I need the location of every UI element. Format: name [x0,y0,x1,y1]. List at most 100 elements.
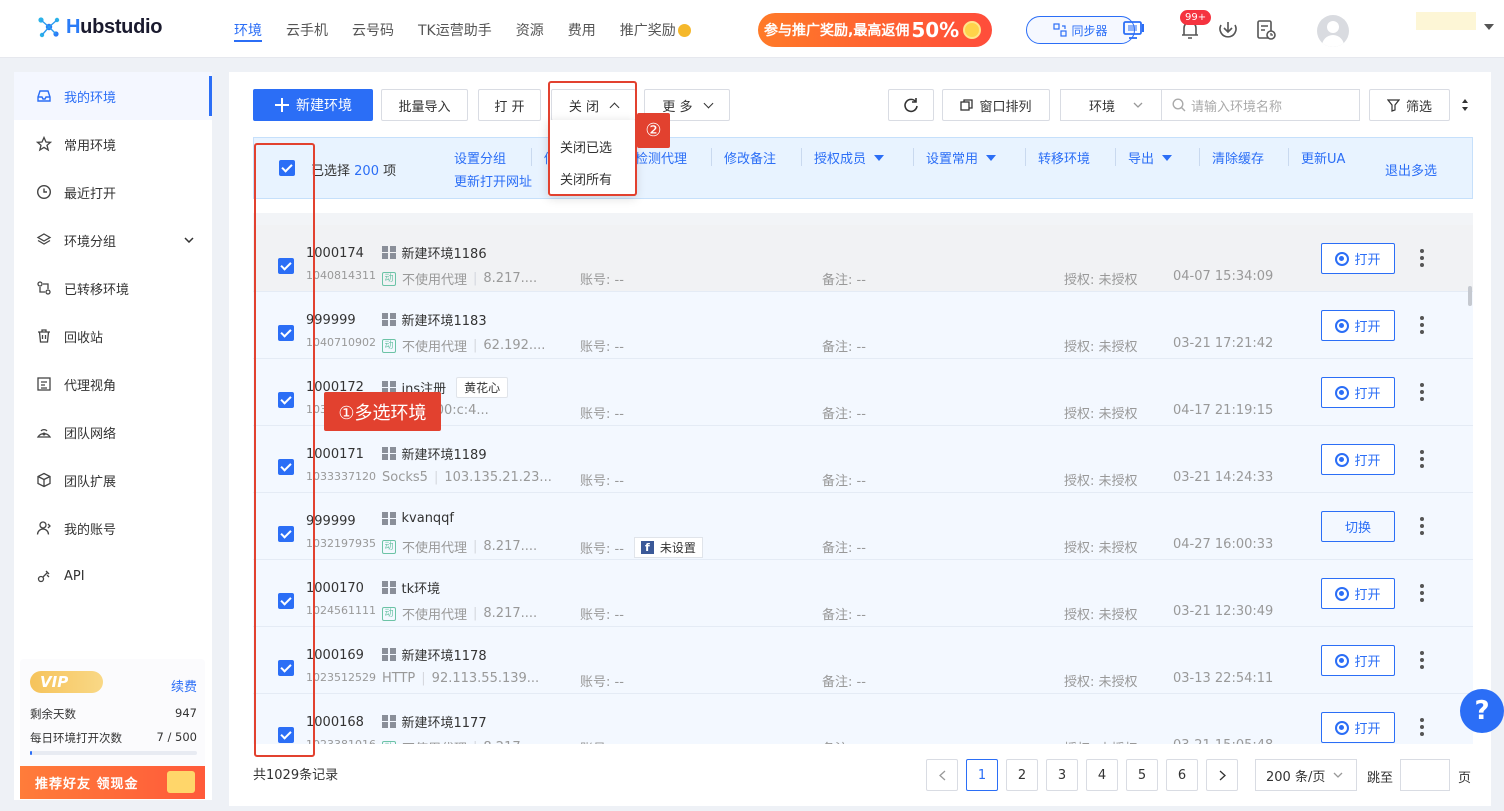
page-button-1[interactable]: 1 [966,759,998,791]
sidebar-item-6[interactable]: 代理视角 [14,360,212,408]
nav-item-4[interactable]: 资源 [504,0,556,58]
more-vertical-icon[interactable] [1420,584,1424,602]
selection-action-0[interactable]: 设置分组 [454,148,506,167]
update-open-url-action[interactable]: 更新打开网址 [454,171,532,190]
table-row[interactable]: 1000171 1033337120 新建环境1189 Socks5 | 103.135.… [253,426,1473,493]
env-name-cell[interactable]: 新建环境1183 [382,310,487,329]
batch-import-button[interactable]: 批量导入 [381,89,468,121]
sidebar-item-3[interactable]: 环境分组 [14,216,212,264]
sidebar-item-5[interactable]: 回收站 [14,312,212,360]
sidebar-item-7[interactable]: 团队网络 [14,408,212,456]
table-row[interactable]: 1000174 1040814311 新建环境1186 动不使用代理 | 8.217...… [253,225,1473,292]
nav-item-1[interactable]: 云手机 [274,0,340,58]
chrome-icon [1335,452,1350,467]
more-vertical-icon[interactable] [1420,651,1424,669]
help-button[interactable]: ? [1460,689,1504,733]
account-cell: 账号: -- [580,407,624,422]
nav-item-0[interactable]: 环境 [222,0,274,58]
sort-icon[interactable] [1461,98,1469,112]
table-row[interactable]: 10001681023381016新建环境1177动不使用代理|8.217...… [253,694,1473,744]
jump-page-input[interactable] [1400,759,1450,791]
nav-item-3[interactable]: TK运营助手 [406,0,504,58]
page-button-6[interactable]: 6 [1166,759,1198,791]
table-row[interactable]: 1000170 1024561111 tk环境动不使用代理 | 8.217.... 账号:… [253,560,1473,627]
open-env-button[interactable]: 打开 [1321,310,1395,341]
selection-action-6[interactable]: 转移环境 [1038,148,1090,167]
selection-action-8[interactable]: 清除缓存 [1212,148,1264,167]
selection-action-5[interactable]: 设置常用 [926,148,997,167]
more-vertical-icon[interactable] [1420,450,1424,468]
windows-icon [960,98,974,111]
sidebar-item-label: 回收站 [64,330,104,346]
filter-button[interactable]: 筛选 [1369,89,1450,121]
action-divider [1025,148,1026,166]
open-env-button[interactable]: 打开 [1321,444,1395,475]
prev-page-button[interactable] [926,759,958,791]
open-button[interactable]: 打 开 [478,89,541,121]
user-name-blurred[interactable] [1360,10,1482,50]
new-env-button[interactable]: 新建环境 [253,89,373,121]
table-row[interactable]: 1000169 1023512529 新建环境1178 HTTP | 92.113.55.… [253,627,1473,694]
chevron-down-icon [1333,772,1343,778]
nav-item-2[interactable]: 云号码 [340,0,406,58]
env-name-cell[interactable]: 新建环境1178 [382,645,487,664]
selection-action-7[interactable]: 导出 [1128,148,1173,167]
download-icon[interactable] [1216,18,1240,42]
more-vertical-icon[interactable] [1420,383,1424,401]
refresh-button[interactable] [888,89,934,121]
open-env-button[interactable]: 打开 [1321,377,1395,408]
env-name-cell[interactable]: 新建环境1189 [382,444,487,463]
refer-friend-banner[interactable]: 推荐好友 领现金 [20,766,205,799]
sidebar-item-8[interactable]: 团队扩展 [14,456,212,504]
selection-action-4[interactable]: 授权成员 [814,148,885,167]
promo-banner[interactable]: 参与推广奖励,最高返佣 50% [758,13,992,47]
table-row[interactable]: 999999 1040710902 新建环境1183 动不使用代理 | 62.192...… [253,292,1473,359]
next-page-button[interactable] [1206,759,1238,791]
schedule-icon[interactable] [1254,18,1278,42]
more-vertical-icon[interactable] [1420,316,1424,334]
chevron-down-icon[interactable] [1484,24,1494,30]
more-vertical-icon[interactable] [1420,249,1424,267]
open-env-button[interactable]: 打开 [1321,645,1395,676]
time-cell: 03-21 12:30:49 [1173,604,1274,619]
sidebar-item-10[interactable]: API [14,552,212,600]
open-env-button[interactable]: 打开 [1321,578,1395,609]
nav-item-5[interactable]: 费用 [556,0,608,58]
scrollbar-thumb[interactable] [1468,286,1472,306]
page-button-4[interactable]: 4 [1086,759,1118,791]
sidebar-item-0[interactable]: 我的环境 [14,72,212,120]
switch-button[interactable]: 切换 [1321,511,1395,542]
sidebar-item-2[interactable]: 最近打开 [14,168,212,216]
env-name-cell[interactable]: kvanqqf [382,511,454,526]
exit-multiselect-link[interactable]: 退出多选 [1385,160,1437,179]
page-size-select[interactable]: 200 条/页 [1255,759,1357,791]
page-button-2[interactable]: 2 [1006,759,1038,791]
open-env-button[interactable]: 打开 [1321,712,1395,743]
env-name-cell[interactable]: 新建环境1177 [382,712,487,731]
more-vertical-icon[interactable] [1420,517,1424,535]
nav-item-6[interactable]: 推广奖励 [608,0,703,58]
window-arrange-button[interactable]: 窗口排列 [942,89,1050,121]
more-vertical-icon[interactable] [1420,718,1424,736]
plus-icon [275,98,289,112]
page-button-3[interactable]: 3 [1046,759,1078,791]
env-name-cell[interactable]: 新建环境1186 [382,243,487,262]
avatar[interactable] [1317,15,1349,47]
table-row[interactable]: 999999 1032197935 kvanqqf 动不使用代理 | 8.217.... 账… [253,493,1473,560]
facebook-account-tag[interactable]: f 未设置 [633,537,703,558]
page-button-5[interactable]: 5 [1126,759,1158,791]
selection-action-9[interactable]: 更新UA [1301,148,1345,167]
renew-link[interactable]: 续费 [171,676,197,695]
selection-action-3[interactable]: 修改备注 [724,148,776,167]
search-input[interactable]: 请输入环境名称 [1161,89,1360,121]
sidebar-item-9[interactable]: 我的账号 [14,504,212,552]
open-env-button[interactable]: 打开 [1321,243,1395,274]
sidebar-item-4[interactable]: 已转移环境 [14,264,212,312]
sync-button[interactable]: 同步器 [1026,16,1135,44]
sidebar-item-1[interactable]: 常用环境 [14,120,212,168]
selection-action-2[interactable]: 检测代理 [635,148,687,167]
monitor-icon[interactable] [1122,18,1146,42]
logo[interactable]: Hubstudio [36,14,162,40]
env-name-cell[interactable]: tk环境 [382,578,440,597]
env-type-select[interactable]: 环境 [1060,89,1162,121]
